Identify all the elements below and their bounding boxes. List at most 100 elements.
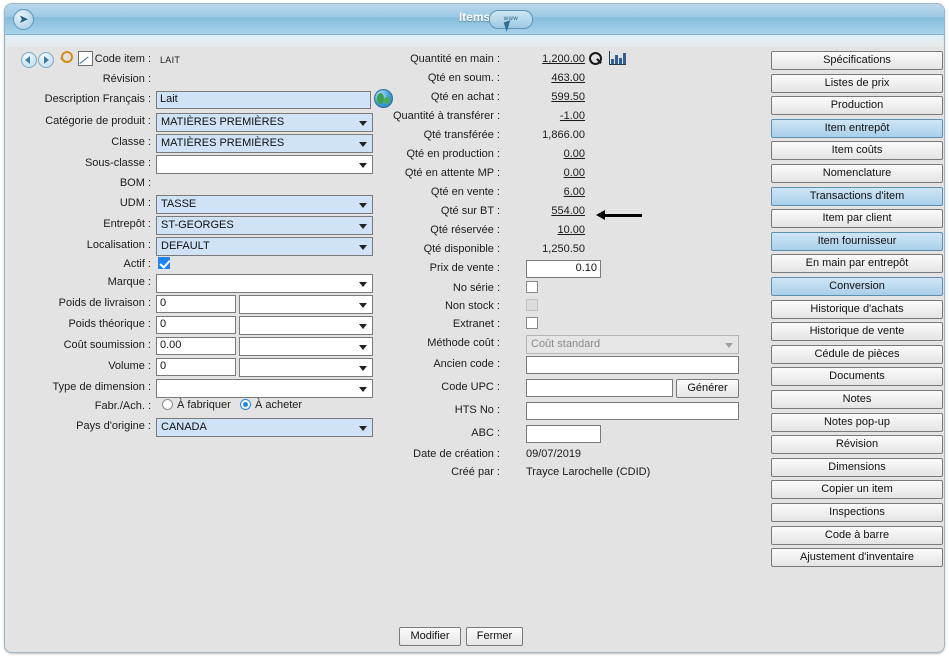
fermer-button[interactable]: Fermer <box>466 627 523 646</box>
marque-label: Marque : <box>107 276 151 288</box>
qte-transferee-label: Qté transférée : <box>423 129 500 141</box>
prix-de-vente-label: Prix de vente : <box>429 262 500 274</box>
abc-input[interactable] <box>526 425 601 443</box>
qte-en-vente-value[interactable]: 6.00 <box>505 186 585 198</box>
quantite-a-transferer-label: Quantité à transférer : <box>393 110 500 122</box>
side-button-notes-pop-up[interactable]: Notes pop-up <box>771 412 943 432</box>
side-button-historique-d-achats[interactable]: Historique d'achats <box>771 299 943 319</box>
bom-label: BOM : <box>119 177 151 189</box>
qte-en-vente-label: Qté en vente : <box>430 186 500 198</box>
extranet-label: Extranet : <box>452 318 500 330</box>
side-button-notes[interactable]: Notes <box>771 390 943 409</box>
qte-en-attente-mp-value[interactable]: 0.00 <box>505 167 585 179</box>
qte-reservee-value[interactable]: 10.00 <box>505 224 585 236</box>
side-button-nomenclature[interactable]: Nomenclature <box>771 164 943 183</box>
side-button-inspections[interactable]: Inspections <box>771 503 943 522</box>
annotation-arrow-icon <box>596 210 642 220</box>
window-title: Items <box>458 10 491 24</box>
qte-en-achat-value[interactable]: 599.50 <box>505 91 585 103</box>
side-button-historique-de-vente[interactable]: Historique de vente <box>771 322 943 342</box>
code-item-label: Code item : <box>94 53 151 65</box>
side-button-item-entrep-t[interactable]: Item entrepôt <box>771 118 943 138</box>
cree-par-value: Trayce Larochelle (CDID) <box>526 466 651 478</box>
form-body: Code item : LAIT Révision : Description … <box>5 47 944 652</box>
no-serie-checkbox[interactable] <box>526 281 538 293</box>
side-button-sp-cifications[interactable]: Spécifications <box>771 51 943 70</box>
side-button-r-vision[interactable]: Révision <box>771 435 943 455</box>
side-button-dimensions[interactable]: Dimensions <box>771 457 943 477</box>
volume-input[interactable]: 0 <box>156 358 236 376</box>
hts-no-input[interactable] <box>526 402 739 420</box>
classe-label: Classe : <box>111 136 151 148</box>
methode-cout-select: Coût standard <box>526 335 739 354</box>
qte-transferee-value: 1,866.00 <box>542 129 585 141</box>
quantite-en-main-label: Quantité en main : <box>410 53 500 65</box>
no-serie-label: No série : <box>452 282 500 294</box>
date-creation-label: Date de création : <box>413 448 500 460</box>
poids-livraison-input[interactable]: 0 <box>156 295 236 313</box>
next-icon[interactable] <box>38 52 54 68</box>
entrepot-label: Entrepôt : <box>103 218 151 230</box>
items-window: ➤ Items www Code item : LAIT Révision : … <box>4 3 945 653</box>
description-label: Description Français : <box>44 93 151 105</box>
ancien-code-label: Ancien code : <box>433 358 500 370</box>
qte-disponible-value: 1,250.50 <box>542 243 585 255</box>
side-button-code-barre[interactable]: Code à barre <box>771 525 943 545</box>
code-item-value: LAIT <box>160 55 181 65</box>
side-button-item-co-ts[interactable]: Item coûts <box>771 141 943 161</box>
revision-label: Révision : <box>102 73 151 85</box>
previous-icon[interactable] <box>21 52 37 68</box>
side-button-conversion[interactable]: Conversion <box>771 277 943 296</box>
side-button-listes-de-prix[interactable]: Listes de prix <box>771 73 943 93</box>
code-upc-input[interactable] <box>526 379 673 397</box>
modifier-button[interactable]: Modifier <box>399 627 461 646</box>
side-button-documents[interactable]: Documents <box>771 367 943 387</box>
side-button-en-main-par-entrep-t[interactable]: En main par entrepôt <box>771 254 943 274</box>
poids-livraison-label: Poids de livraison : <box>58 297 151 309</box>
search-icon[interactable] <box>588 51 604 67</box>
radio-a-acheter[interactable] <box>240 399 251 410</box>
toolbar-strip <box>6 35 943 47</box>
quantite-en-main-value[interactable]: 1,200.00 <box>505 53 585 65</box>
radio-a-acheter-label: À acheter <box>255 399 303 411</box>
fabr-ach-label: Fabr./Ach. : <box>94 400 151 412</box>
udm-label: UDM : <box>119 197 151 209</box>
actif-checkbox[interactable] <box>158 257 170 269</box>
prix-de-vente-input[interactable]: 0.10 <box>526 260 601 278</box>
ancien-code-input[interactable] <box>526 356 739 374</box>
extranet-checkbox[interactable] <box>526 317 538 329</box>
qte-reservee-label: Qté réservée : <box>430 224 500 236</box>
qte-en-soum-value[interactable]: 463.00 <box>505 72 585 84</box>
non-stock-checkbox <box>526 299 538 311</box>
cout-soumission-input[interactable]: 0.00 <box>156 337 236 355</box>
cree-par-label: Créé par : <box>451 466 500 478</box>
side-button-copier-un-item[interactable]: Copier un item <box>771 480 943 500</box>
qte-sur-bt-value[interactable]: 554.00 <box>505 205 585 217</box>
side-button-ajustement-d-inventaire[interactable]: Ajustement d'inventaire <box>771 548 943 568</box>
cout-soumission-label: Coût soumission : <box>63 339 151 351</box>
side-button-item-fournisseur[interactable]: Item fournisseur <box>771 231 943 251</box>
methode-cout-label: Méthode coût : <box>427 337 500 349</box>
sousclasse-label: Sous-classe : <box>84 157 151 169</box>
qte-en-production-value[interactable]: 0.00 <box>505 148 585 160</box>
abc-label: ABC : <box>471 427 500 439</box>
radio-a-fabriquer-label: À fabriquer <box>177 399 231 411</box>
localisation-label: Localisation : <box>86 239 151 251</box>
generer-button[interactable]: Générer <box>676 379 739 398</box>
pays-label: Pays d'origine : <box>76 420 151 432</box>
side-button-item-par-client[interactable]: Item par client <box>771 209 943 229</box>
qte-en-attente-mp-label: Qté en attente MP : <box>404 167 500 179</box>
date-creation-value: 09/07/2019 <box>526 448 582 460</box>
poids-theorique-input[interactable]: 0 <box>156 316 236 334</box>
search-icon[interactable] <box>59 51 73 65</box>
side-button-production[interactable]: Production <box>771 96 943 116</box>
radio-a-fabriquer[interactable] <box>162 399 173 410</box>
bar-chart-icon[interactable] <box>609 51 626 65</box>
quantite-a-transferer-value[interactable]: -1.00 <box>505 110 585 122</box>
side-button-transactions-d-item[interactable]: Transactions d'item <box>771 186 943 206</box>
hts-no-label: HTS No : <box>454 404 500 416</box>
qte-en-soum-label: Qté en soum. : <box>427 72 500 84</box>
qte-en-production-label: Qté en production : <box>406 148 500 160</box>
title-bar: ➤ Items www <box>5 4 944 35</box>
side-button-c-dule-de-pi-ces[interactable]: Cédule de pièces <box>771 344 943 364</box>
